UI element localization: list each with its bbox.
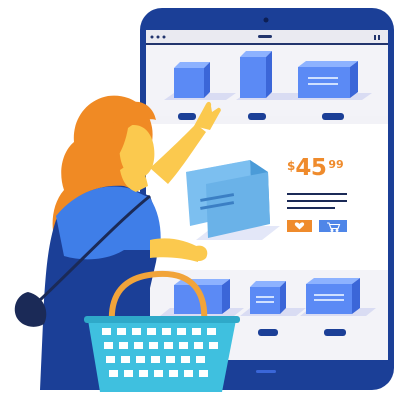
top-shelf — [146, 45, 388, 120]
shelf-tag — [178, 113, 196, 120]
product-box[interactable] — [250, 281, 286, 314]
product-box[interactable] — [298, 61, 358, 98]
shelf-tag — [258, 329, 278, 336]
shelf-tag — [322, 113, 344, 120]
product-box[interactable] — [174, 62, 210, 98]
product-price: $ 45 99 — [287, 157, 344, 180]
price-currency: $ — [287, 159, 296, 173]
product-box[interactable] — [240, 51, 272, 98]
browser-bar — [146, 30, 388, 45]
description-line — [287, 193, 347, 195]
shelf-tag — [324, 329, 346, 336]
shelf-tag — [248, 113, 266, 120]
add-to-cart-button[interactable] — [319, 220, 347, 232]
description-line — [287, 200, 347, 202]
basket-rim — [84, 316, 240, 323]
camera-icon — [263, 17, 269, 23]
price-cents: 99 — [328, 158, 344, 171]
price-main: 45 — [295, 155, 327, 181]
wishlist-button[interactable] — [287, 220, 312, 232]
description-line — [287, 207, 335, 209]
home-button[interactable] — [256, 370, 276, 373]
product-box[interactable] — [306, 278, 360, 314]
shopping-illustration — [14, 8, 394, 392]
